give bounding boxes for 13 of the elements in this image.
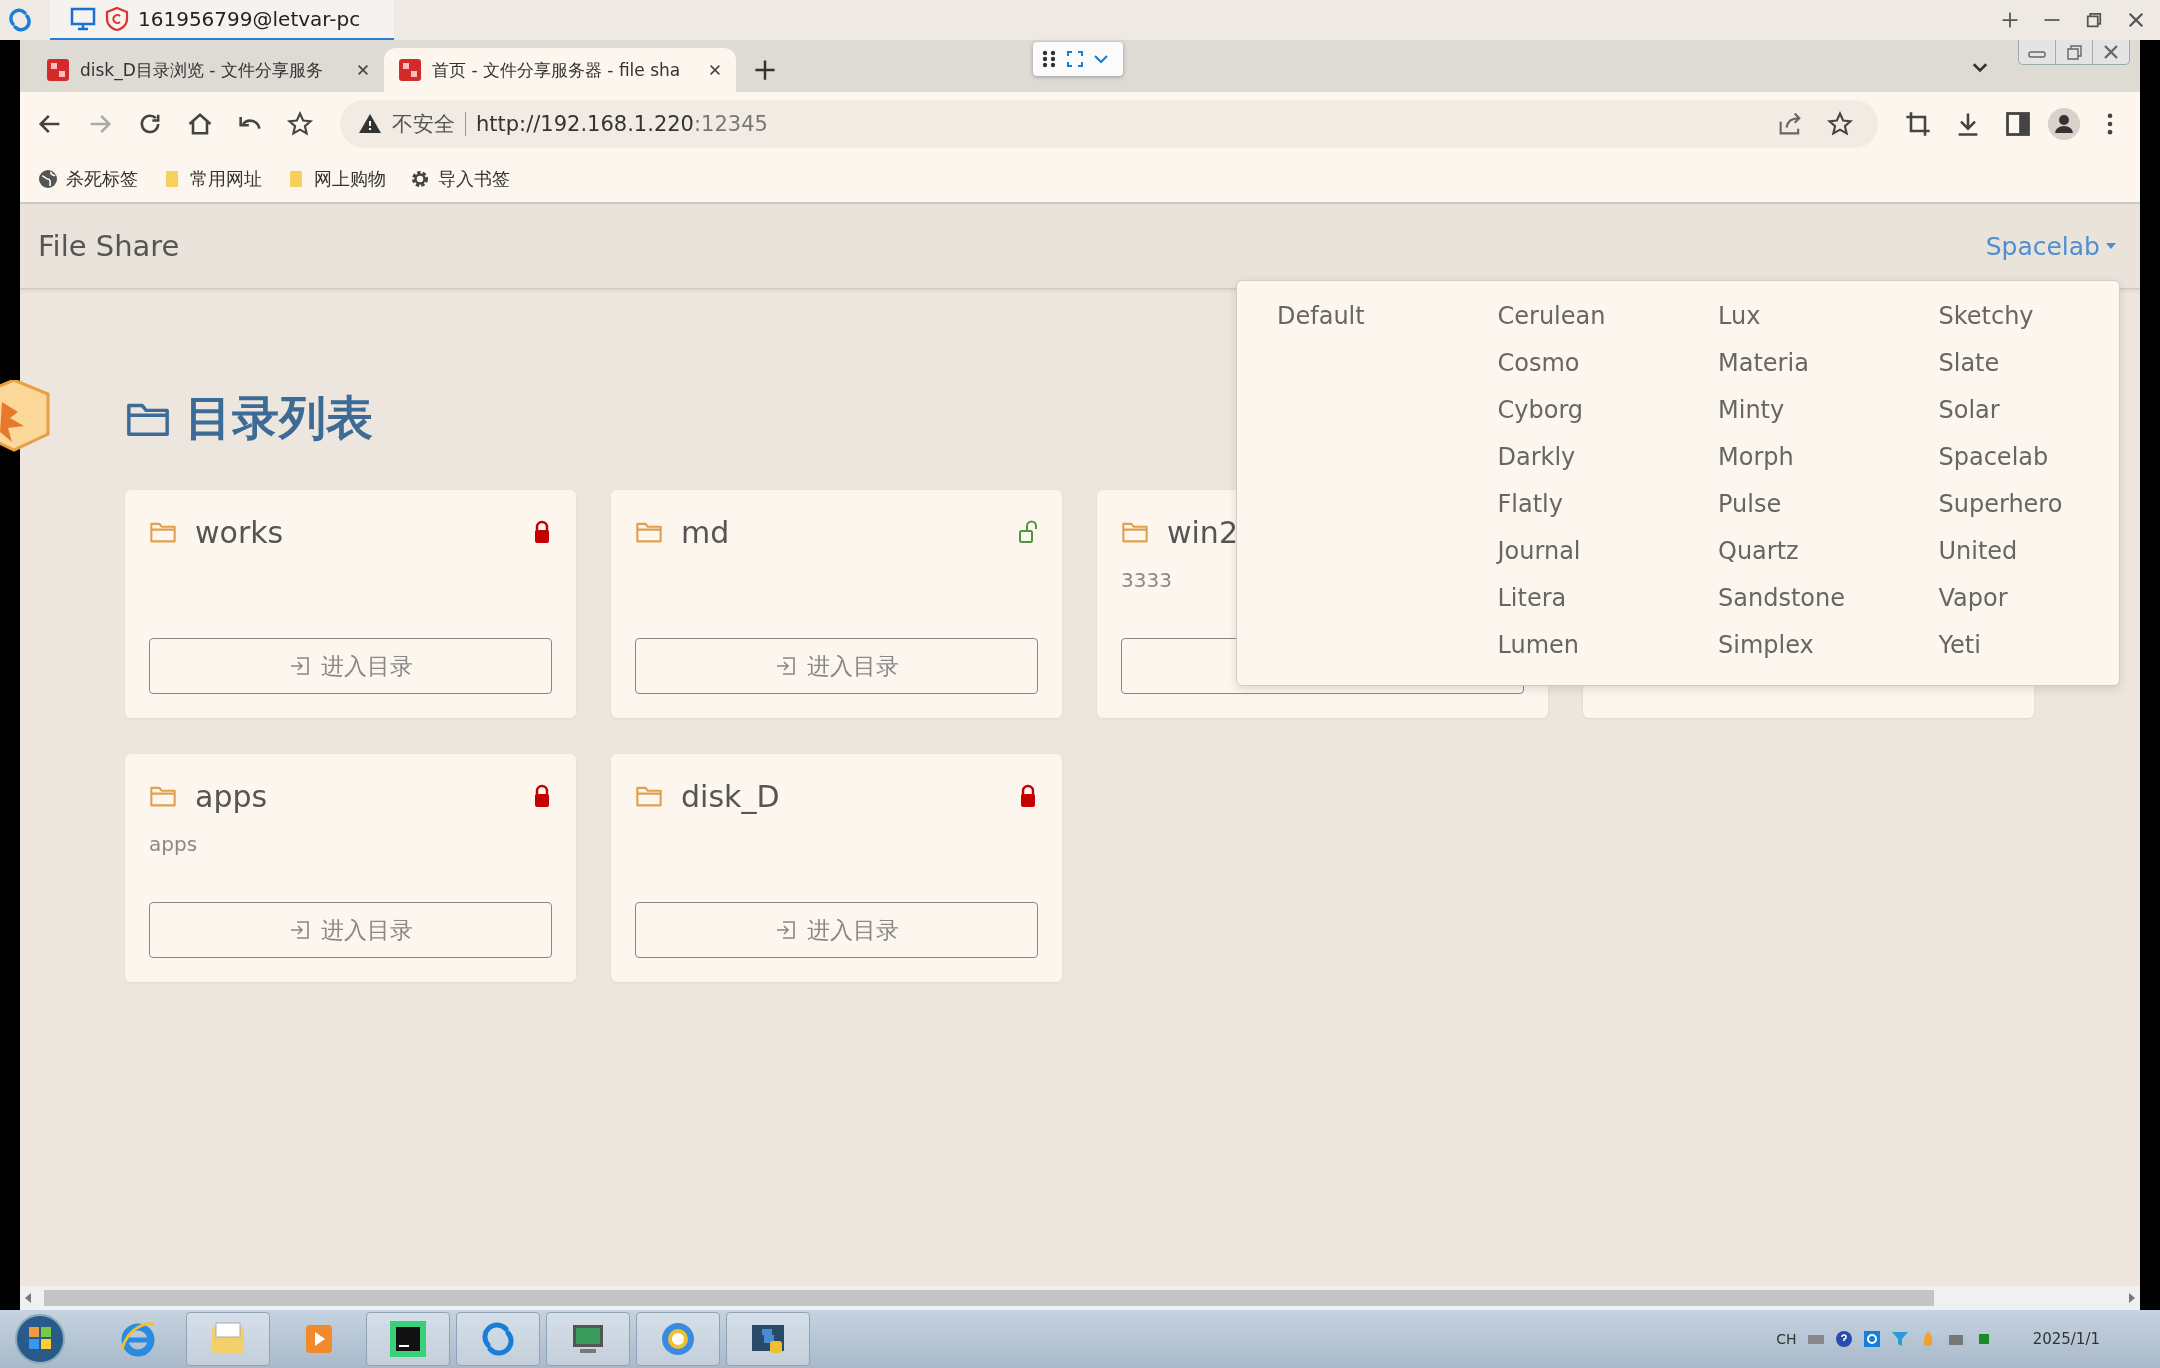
url-port: :12345 — [693, 112, 768, 136]
folder-description: 3333 — [1121, 568, 1173, 592]
security-label: 不安全 — [392, 111, 455, 138]
folder-name: apps — [195, 778, 268, 814]
url-text: http://192.168.1.220 — [476, 112, 694, 136]
folder-description: apps — [149, 832, 199, 856]
session-title: 161956799@letvar-pc — [138, 7, 361, 31]
folder-name: disk_D — [681, 778, 780, 814]
page-heading: 目录列表 — [185, 389, 373, 447]
folder-name: md — [681, 514, 730, 550]
clock-date: 2025/1/1 — [2032, 1330, 2100, 1348]
folder-name: win2 — [1167, 514, 1238, 550]
folder-name: works — [195, 514, 284, 550]
